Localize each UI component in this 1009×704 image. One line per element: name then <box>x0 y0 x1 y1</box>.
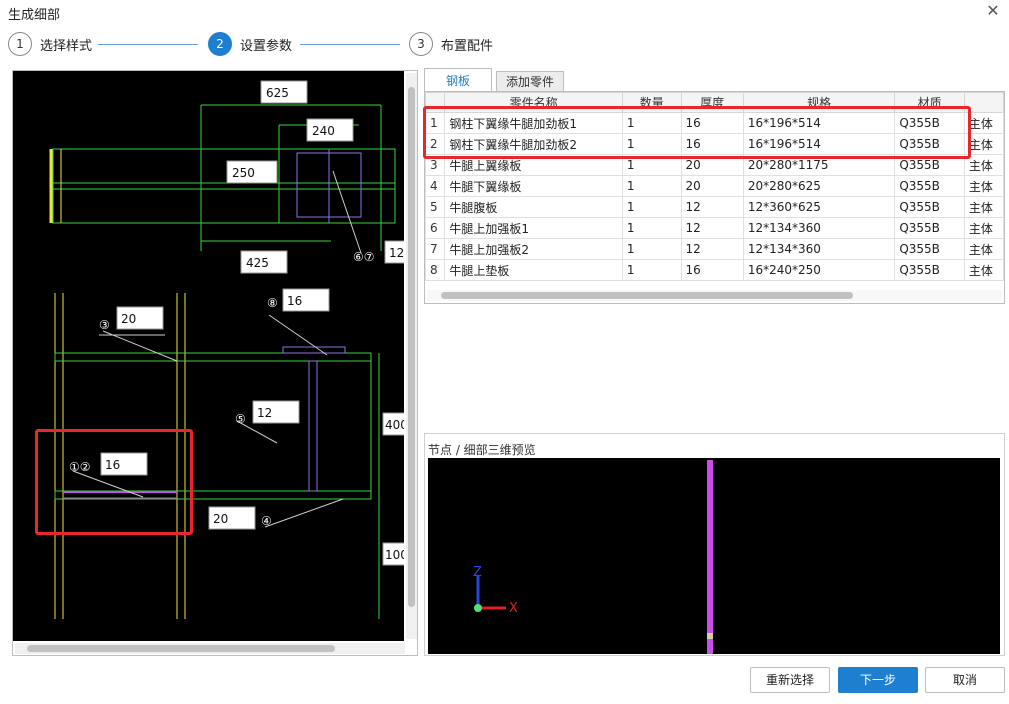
table-highlight-box <box>423 106 971 159</box>
part-material[interactable]: Q355B <box>894 259 965 281</box>
cancel-button[interactable]: 取消 <box>925 667 1005 693</box>
part-spec[interactable]: 20*280*625 <box>742 175 896 197</box>
part-name[interactable]: 牛腿上垫板 <box>444 259 623 281</box>
dim-text-425: 425 <box>246 256 269 270</box>
row-index: 6 <box>425 217 446 239</box>
preview-3d-canvas[interactable]: Z X <box>428 458 1000 654</box>
part-extra[interactable]: 主体 <box>963 259 1004 281</box>
close-icon[interactable]: ✕ <box>985 3 1001 19</box>
step-2-number: 2 <box>208 32 232 56</box>
dim-text-12-top: 12 <box>389 246 404 260</box>
z-axis-label: Z <box>473 565 482 580</box>
marker-4: ④ <box>261 514 272 528</box>
part-qty[interactable]: 1 <box>621 259 682 281</box>
step-3: 3 布置配件 <box>409 32 493 56</box>
marker-3: ③ <box>99 318 110 332</box>
next-step-button[interactable]: 下一步 <box>838 667 918 693</box>
part-extra[interactable]: 主体 <box>963 238 1004 260</box>
part-thickness[interactable]: 12 <box>680 238 744 260</box>
dim-text-12-mid: 12 <box>257 406 272 420</box>
plan-outline <box>52 148 396 224</box>
part-extra[interactable]: 主体 <box>963 175 1004 197</box>
dim-text-250: 250 <box>232 166 255 180</box>
preview-plate <box>707 460 713 654</box>
dim-text-400: 400 <box>385 418 404 432</box>
part-qty[interactable]: 1 <box>621 175 682 197</box>
part-material[interactable]: Q355B <box>894 238 965 260</box>
table-row[interactable]: 7 牛腿上加强板2 1 12 12*134*360 Q355B 主体 <box>425 238 1004 260</box>
axis-gizmo: Z X <box>473 565 518 616</box>
x-axis-label: X <box>509 601 518 616</box>
part-name[interactable]: 牛腿上加强板1 <box>444 217 623 239</box>
part-extra[interactable]: 主体 <box>963 196 1004 218</box>
tab-add-part[interactable]: 添加零件 <box>496 71 564 92</box>
table-row[interactable]: 6 牛腿上加强板1 1 12 12*134*360 Q355B 主体 <box>425 217 1004 239</box>
step-connector-1 <box>98 44 198 45</box>
table-horizontal-scroll-thumb[interactable] <box>441 292 853 299</box>
table-row[interactable]: 8 牛腿上垫板 1 16 16*240*250 Q355B 主体 <box>425 259 1004 281</box>
part-name[interactable]: 牛腿下翼缘板 <box>444 175 623 197</box>
marker-8: ⑧ <box>267 296 278 310</box>
part-name[interactable]: 牛腿腹板 <box>444 196 623 218</box>
step-connector-2 <box>300 44 400 45</box>
part-thickness[interactable]: 12 <box>680 196 744 218</box>
drawing-vertical-scrollbar[interactable] <box>406 73 417 639</box>
part-thickness[interactable]: 16 <box>680 259 744 281</box>
dim-text-20-bottom: 20 <box>213 512 228 526</box>
dim-text-100: 100 <box>385 548 404 562</box>
step-3-label: 布置配件 <box>441 38 494 54</box>
step-2: 2 设置参数 <box>208 32 292 56</box>
drawing-vertical-scroll-thumb[interactable] <box>408 87 415 607</box>
step-2-label: 设置参数 <box>240 38 293 54</box>
drawing-horizontal-scrollbar[interactable] <box>15 643 405 654</box>
step-1-number: 1 <box>8 32 32 56</box>
tab-steel-plate[interactable]: 钢板 <box>424 68 492 92</box>
part-material[interactable]: Q355B <box>894 217 965 239</box>
table-horizontal-scrollbar[interactable] <box>427 290 1002 301</box>
dim-text-20-top: 20 <box>121 312 136 326</box>
part-material[interactable]: Q355B <box>894 196 965 218</box>
preview-plate-marker <box>707 633 713 639</box>
dialog-titlebar: 生成细部 ✕ <box>0 0 1009 26</box>
part-qty[interactable]: 1 <box>621 196 682 218</box>
step-1-label: 选择样式 <box>40 38 93 54</box>
step-3-number: 3 <box>409 32 433 56</box>
marker-6-7: ⑥⑦ <box>353 250 375 264</box>
part-name[interactable]: 牛腿上加强板2 <box>444 238 623 260</box>
dim-text-16-top: 16 <box>287 294 302 308</box>
row-index: 7 <box>425 238 446 260</box>
part-qty[interactable]: 1 <box>621 217 682 239</box>
part-spec[interactable]: 12*360*625 <box>742 196 896 218</box>
part-material[interactable]: Q355B <box>894 175 965 197</box>
marker-5: ⑤ <box>235 412 246 426</box>
part-extra[interactable]: 主体 <box>963 217 1004 239</box>
dim-text-625: 625 <box>266 86 289 100</box>
drawing-canvas[interactable]: 625 240 250 425 12 20 16 12 400 16 20 10… <box>13 71 404 641</box>
drawing-horizontal-scroll-thumb[interactable] <box>27 645 335 652</box>
step-1: 1 选择样式 <box>8 32 92 56</box>
preview-panel: 节点 / 细部三维预览 Z X <box>424 433 1005 656</box>
axis-origin <box>474 604 482 612</box>
row-index: 5 <box>425 196 446 218</box>
reselect-button[interactable]: 重新选择 <box>750 667 830 693</box>
step-indicator: 1 选择样式 2 设置参数 3 布置配件 <box>8 32 528 58</box>
part-thickness[interactable]: 12 <box>680 217 744 239</box>
part-spec[interactable]: 16*240*250 <box>742 259 896 281</box>
part-spec[interactable]: 12*134*360 <box>742 217 896 239</box>
drawing-panel: 625 240 250 425 12 20 16 12 400 16 20 10… <box>12 70 418 656</box>
row-index: 4 <box>425 175 446 197</box>
dim-text-240: 240 <box>312 124 335 138</box>
drawing-highlight-box <box>35 429 193 535</box>
table-row[interactable]: 5 牛腿腹板 1 12 12*360*625 Q355B 主体 <box>425 196 1004 218</box>
preview-title: 节点 / 细部三维预览 <box>428 443 536 457</box>
part-thickness[interactable]: 20 <box>680 175 744 197</box>
part-qty[interactable]: 1 <box>621 238 682 260</box>
row-index: 8 <box>425 259 446 281</box>
part-spec[interactable]: 12*134*360 <box>742 238 896 260</box>
table-row[interactable]: 4 牛腿下翼缘板 1 20 20*280*625 Q355B 主体 <box>425 175 1004 197</box>
dialog-title: 生成细部 <box>8 8 61 23</box>
